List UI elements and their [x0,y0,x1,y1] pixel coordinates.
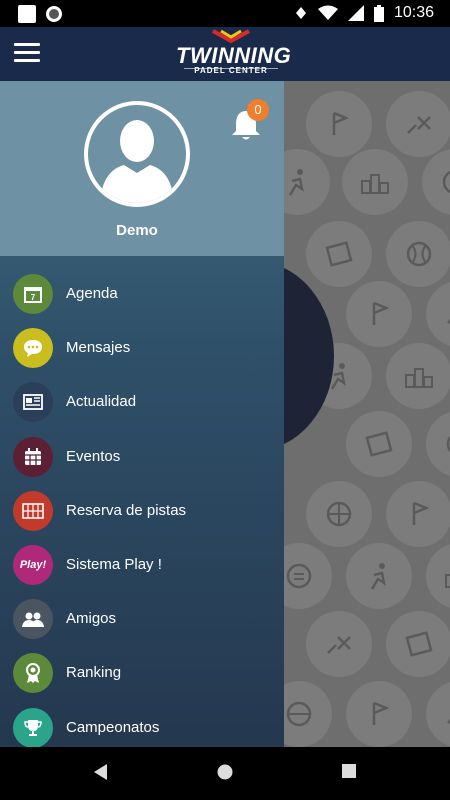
menu-item-label: Campeonatos [66,718,160,736]
podium-icon [426,543,450,609]
menu-item-ranking[interactable]: Ranking [0,646,284,700]
calendar-7-icon: 7 [13,274,53,314]
menu-item-label: Agenda [66,285,118,302]
ticket-icon [306,221,372,287]
golf-flag-icon [346,681,412,747]
menu-item-amigos[interactable]: Amigos [0,592,284,646]
basketball-icon [306,481,372,547]
menu-item-label: Mensajes [66,339,131,357]
menu-item-eventos[interactable]: Eventos [0,430,284,484]
menu-item-label: Ranking [66,664,122,682]
brand-logo: TWINNING PADEL CENTER [176,29,291,77]
ticket-icon [386,611,450,677]
notification-count-badge: 0 [247,99,269,121]
menu-item-actualidad[interactable]: Actualidad [0,375,284,429]
wifi-icon [317,5,338,20]
menu-item-mensajes[interactable]: Mensajes [0,321,284,375]
ball-icon [422,149,450,215]
tactics-icon [426,681,450,747]
tactics-icon [386,91,450,157]
runner-icon [346,543,412,609]
medal-icon [13,653,53,694]
menu-item-label: Amigos [66,610,117,628]
ball-icon [426,411,450,477]
background-pattern [284,81,450,747]
profile-name: Demo [116,222,158,239]
basketball-icon [284,681,332,747]
user-silhouette-icon [100,120,174,203]
tennis-ball-icon [386,221,450,287]
notification-circle-icon [46,6,62,22]
menu-item-reserva-de-pistas[interactable]: Reserva de pistas [0,484,284,538]
golf-flag-icon [346,281,412,347]
chat-bubble-icon [13,328,53,369]
brand-tagline: PADEL CENTER [194,66,268,75]
calendar-grid-icon [13,436,53,477]
ticket-icon [346,411,412,477]
back-icon[interactable] [93,763,109,781]
court-icon [13,490,53,531]
podium-icon [386,343,450,409]
menu-item-label: Eventos [66,447,121,465]
background-logo-disk [284,261,334,451]
status-bar: 10:36 [0,0,450,27]
logo-mark-icon [212,29,250,43]
runner-icon [284,149,330,215]
tactics-icon [306,611,372,677]
mask-icon [284,543,332,609]
menu-item-label: Actualidad [66,393,137,411]
navigation-drawer: 0 Demo 7 Agenda Mensajes Actualidad Even… [0,81,284,748]
golf-flag-icon [306,91,372,157]
system-navigation-bar [0,747,450,800]
newspaper-icon [13,382,53,423]
cell-signal-icon [347,5,364,21]
trophy-icon [13,707,53,748]
notifications-button[interactable]: 0 [230,99,270,141]
menu-item-label: Sistema Play ! [66,555,162,573]
friends-icon [13,599,53,640]
svg-text:7: 7 [31,293,36,302]
battery-icon [373,4,384,22]
app-bar: TWINNING PADEL CENTER [0,27,450,81]
menu-item-agenda[interactable]: 7 Agenda [0,267,284,321]
drawer-menu: 7 Agenda Mensajes Actualidad Eventos Res… [0,267,284,755]
recents-icon[interactable] [341,763,357,779]
menu-icon[interactable] [14,43,40,63]
notification-square-icon [18,5,36,23]
play-badge-text: Play! [19,558,47,571]
podium-icon [342,149,408,215]
golf-flag-icon [386,481,450,547]
tactics-icon [426,281,450,347]
avatar[interactable] [84,101,190,207]
menu-item-sistema-play[interactable]: Play! Sistema Play ! [0,538,284,592]
menu-item-label: Reserva de pistas [66,501,187,519]
profile-header: 0 Demo [0,81,284,256]
play-badge-icon: Play! [13,544,53,585]
status-time: 10:36 [393,4,434,21]
home-icon[interactable] [216,763,234,781]
signal-dots-icon [295,7,306,19]
